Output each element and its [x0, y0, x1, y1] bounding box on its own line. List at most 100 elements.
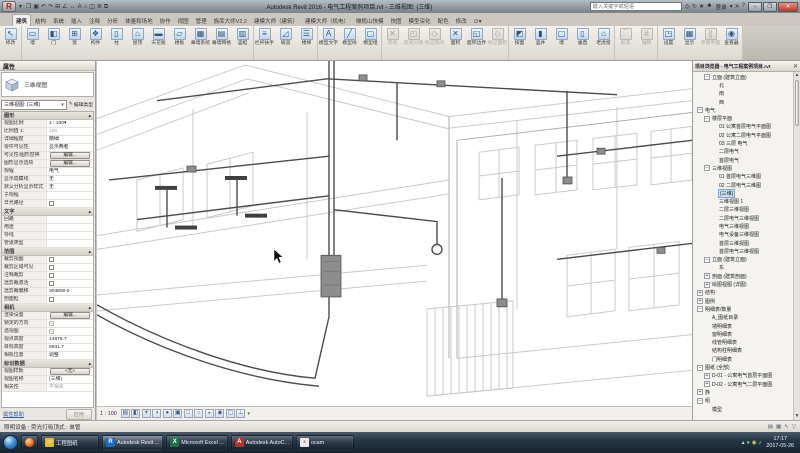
- ribbon-button-墙[interactable]: ▭墙: [22, 27, 43, 46]
- temp-view-props-icon[interactable]: ▢: [226, 409, 235, 418]
- collapse-icon[interactable]: −: [704, 257, 710, 263]
- property-edit-button[interactable]: <无>: [50, 368, 90, 375]
- tree-item[interactable]: 门明细表: [695, 355, 792, 363]
- tab-系统[interactable]: 系统: [50, 15, 67, 26]
- tab-插入[interactable]: 插入: [68, 15, 85, 26]
- tree-item[interactable]: +绘图视图 (详图): [695, 280, 792, 288]
- reveal-hidden-icon[interactable]: ◉: [215, 409, 224, 418]
- refresh-icon[interactable]: ↻: [691, 3, 698, 10]
- tree-item[interactable]: +族: [695, 388, 792, 396]
- tab-体量和场地[interactable]: 体量和场地: [122, 15, 156, 26]
- volume-icon[interactable]: ♪: [759, 439, 762, 447]
- property-checkbox[interactable]: [49, 273, 54, 278]
- tree-item[interactable]: +D-01 - 公寓电气首层平面图: [695, 372, 792, 380]
- view-bar-caret-icon[interactable]: ▾: [247, 411, 250, 417]
- taskbar-button-Autodesk Revit ...[interactable]: RAutodesk Revit ...: [102, 435, 163, 451]
- tree-item[interactable]: 二层三维视图: [695, 206, 792, 214]
- tree-item[interactable]: 东: [695, 264, 792, 272]
- ribbon-button-显示[interactable]: ▦显示: [679, 27, 700, 46]
- ribbon-button-幕墙系统[interactable]: ▦幕墙系统: [190, 27, 211, 46]
- design-option-icon[interactable]: ▦: [776, 424, 781, 430]
- tree-item[interactable]: 首层电气: [695, 156, 792, 164]
- tree-item[interactable]: 西: [695, 98, 792, 106]
- ribbon-button-柱[interactable]: ▯柱: [106, 27, 127, 46]
- ribbon-button-天花板[interactable]: ▬天花板: [148, 27, 169, 46]
- tab-视图[interactable]: 视图: [175, 15, 192, 26]
- tree-item[interactable]: 南: [695, 90, 792, 98]
- ribbon-button-面积[interactable]: ✕面积: [445, 27, 466, 46]
- render-icon[interactable]: ●: [163, 409, 172, 418]
- tab-模型深化[interactable]: 模型深化: [406, 15, 434, 26]
- thin-lines-icon[interactable]: ≣: [96, 2, 103, 12]
- expand-icon[interactable]: +: [704, 381, 710, 387]
- collapse-icon[interactable]: −: [697, 306, 703, 312]
- print-icon[interactable]: ⊞: [54, 2, 61, 12]
- tab-族库大师V2.2[interactable]: 族库大师V2.2: [211, 15, 250, 26]
- type-selector-dropdown[interactable]: 三维视图: {三维} ▾: [1, 100, 67, 110]
- tree-item[interactable]: +D-02 - 公寓电气二层平面图: [695, 380, 792, 388]
- expand-icon[interactable]: +: [697, 298, 703, 304]
- save-icon[interactable]: ▣: [32, 2, 40, 12]
- property-value[interactable]: 1 : 100 ▾: [47, 120, 93, 127]
- property-checkbox[interactable]: [49, 297, 54, 302]
- dimension-icon[interactable]: ↔: [69, 2, 77, 12]
- property-checkbox[interactable]: [49, 257, 54, 262]
- tab-建模大师（建筑）[interactable]: 建模大师（建筑）: [251, 15, 301, 26]
- workset-icon[interactable]: ▤: [768, 424, 773, 430]
- tree-item[interactable]: −三维视图: [695, 164, 792, 172]
- scrollbar-thumb[interactable]: [795, 80, 799, 126]
- property-group-相机[interactable]: 相机▴: [2, 304, 93, 312]
- tree-item[interactable]: 电气三维视图: [695, 222, 792, 230]
- tree-item[interactable]: −明细表/数量: [695, 305, 792, 313]
- taskbar-button-工程图纸[interactable]: ▱工程图纸: [41, 435, 99, 451]
- property-group-文字[interactable]: 文字▴: [2, 208, 93, 216]
- expand-icon[interactable]: +: [697, 389, 703, 395]
- ribbon-button-楼板[interactable]: ▱楼板: [169, 27, 190, 46]
- favorites-icon[interactable]: ★: [698, 3, 705, 10]
- switch-windows-icon[interactable]: ⧉: [103, 2, 109, 12]
- start-button[interactable]: [3, 435, 18, 450]
- tree-item[interactable]: +图例: [695, 297, 792, 305]
- help-icon[interactable]: ?: [741, 3, 746, 10]
- tree-item[interactable]: −立面 (建筑立面): [695, 73, 792, 81]
- edit-type-button[interactable]: ✎ 编辑类型: [68, 101, 94, 108]
- ribbon-state-toggle-icon[interactable]: ⊙▾: [474, 18, 482, 26]
- redo-icon[interactable]: ↷: [47, 2, 54, 12]
- search-icon[interactable]: ◎: [684, 3, 691, 10]
- browser-scrollbar[interactable]: ▲ ▼: [793, 72, 800, 420]
- sun-path-icon[interactable]: ☀: [142, 409, 151, 418]
- expand-icon[interactable]: +: [704, 282, 710, 288]
- open-icon[interactable]: ❒: [25, 2, 32, 12]
- ribbon-button-竖井[interactable]: ▮竖井: [530, 27, 551, 46]
- property-group-图形[interactable]: 图形▴: [2, 112, 93, 120]
- ribbon-button-垂直[interactable]: ▯垂直: [572, 27, 593, 46]
- search-input[interactable]: [590, 2, 682, 11]
- property-group-范围[interactable]: 范围▴: [2, 248, 93, 256]
- scroll-down-icon[interactable]: ▼: [794, 413, 800, 420]
- tab-管理[interactable]: 管理: [193, 15, 210, 26]
- collapse-icon[interactable]: −: [704, 116, 710, 122]
- tree-item[interactable]: A_图纸目录: [695, 314, 792, 322]
- property-checkbox[interactable]: [49, 281, 54, 286]
- eye-icon[interactable]: ◉: [752, 439, 757, 447]
- ribbon-button-窗[interactable]: ⊞窗: [64, 27, 85, 46]
- taskbar-clock[interactable]: 17:17 2017-05-26: [766, 436, 794, 449]
- drawing-canvas[interactable]: 1 : 100 ▤◧☀◑●▣□○◒◉▢⊥ ▾: [96, 61, 692, 420]
- tab-注释[interactable]: 注释: [86, 15, 103, 26]
- ribbon-button-修改[interactable]: ↖修改: [0, 27, 21, 46]
- taskbar-button-Autodesk AutoC...[interactable]: AAutodesk AutoC...: [231, 435, 293, 451]
- expand-icon[interactable]: +: [704, 273, 710, 279]
- ribbon-button-模型文字[interactable]: A模型文字: [318, 27, 339, 46]
- select-toggle-icon[interactable]: ↖: [784, 424, 789, 430]
- tree-item[interactable]: 三维视图 1: [695, 197, 792, 205]
- tab-修改[interactable]: 修改: [453, 15, 470, 26]
- undo-icon[interactable]: ↶: [40, 2, 47, 12]
- tab-快图[interactable]: 快图: [388, 15, 405, 26]
- tree-item[interactable]: 01 公寓首层电气平面图: [695, 123, 792, 131]
- filter-icon[interactable]: ▽: [792, 424, 796, 430]
- ribbon-button-屋顶[interactable]: ⌂屋顶: [127, 27, 148, 46]
- ribbon-button-设置[interactable]: ◳设置: [658, 27, 679, 46]
- ribbon-button-楼梯[interactable]: ☰楼梯: [296, 27, 317, 46]
- tree-item[interactable]: +结构: [695, 289, 792, 297]
- tree-item[interactable]: −楼层平面: [695, 114, 792, 122]
